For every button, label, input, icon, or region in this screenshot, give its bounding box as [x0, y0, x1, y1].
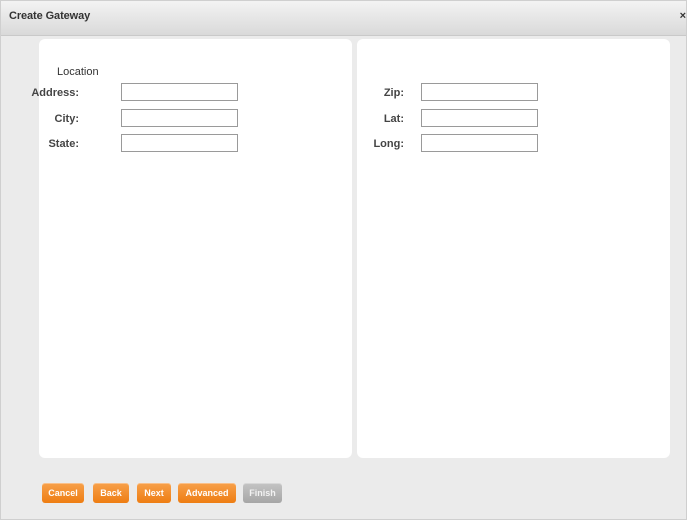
lat-label: Lat: [383, 113, 404, 125]
state-input[interactable] [121, 134, 238, 152]
long-input[interactable] [421, 134, 538, 152]
city-input[interactable] [121, 109, 238, 127]
dialog-title: Create Gateway [9, 10, 91, 22]
advanced-button[interactable]: Advanced [178, 483, 236, 503]
next-button[interactable]: Next [137, 483, 171, 503]
back-button[interactable]: Back [93, 483, 129, 503]
cancel-button[interactable]: Cancel [42, 483, 84, 503]
right-form-panel [357, 39, 670, 458]
dialog-titlebar: Create Gateway × [1, 1, 686, 36]
zip-label: Zip: [383, 87, 404, 99]
create-gateway-dialog: Create Gateway × Location Address: City:… [0, 0, 687, 520]
finish-button: Finish [243, 483, 282, 503]
address-label: Address: [31, 87, 79, 99]
lat-input[interactable] [421, 109, 538, 127]
state-label: State: [48, 138, 79, 150]
long-label: Long: [373, 138, 404, 150]
left-form-panel [39, 39, 352, 458]
location-section-label: Location [57, 66, 99, 78]
zip-input[interactable] [421, 83, 538, 101]
address-input[interactable] [121, 83, 238, 101]
city-label: City: [54, 113, 79, 125]
close-icon[interactable]: × [676, 10, 686, 22]
